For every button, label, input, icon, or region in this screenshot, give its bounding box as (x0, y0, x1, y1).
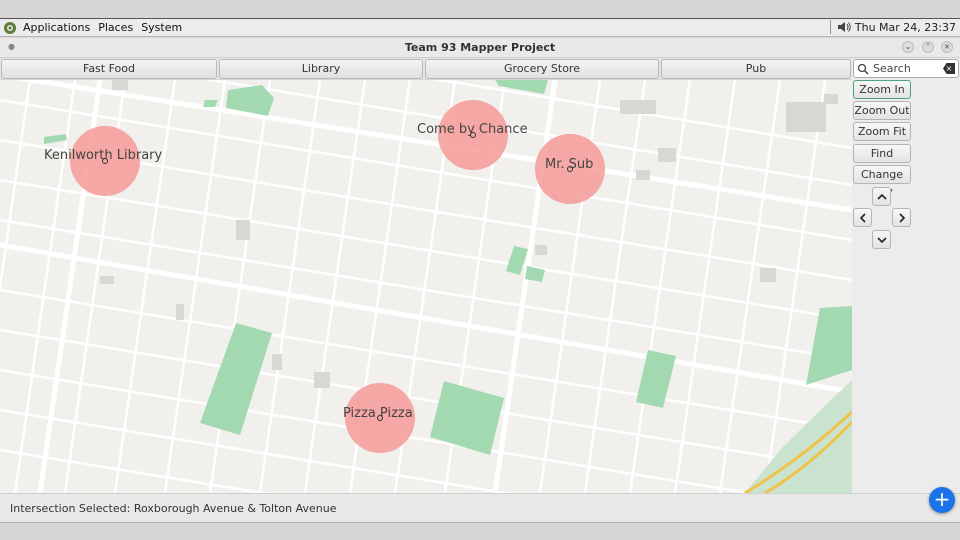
pan-right-button[interactable] (892, 208, 911, 227)
poi-label-kenilworth-library: Kenilworth Library (44, 148, 163, 163)
zoom-out-button[interactable]: Zoom Out (853, 101, 911, 120)
side-panel: Search × Zoom In Zoom Out Zoom Fit Find … (852, 58, 960, 493)
bottom-strip (0, 522, 960, 540)
add-button[interactable]: + (929, 487, 955, 513)
poi-label-come-by-chance: Come by Chance (417, 122, 528, 137)
category-pub-button[interactable]: Pub (661, 59, 851, 79)
speaker-icon[interactable] (837, 21, 851, 33)
tray-divider (829, 20, 831, 34)
status-bar: Intersection Selected: Roxborough Avenue… (0, 493, 960, 522)
window-titlebar: ● Team 93 Mapper Project ⌄ ⌃ × (0, 38, 960, 58)
maximize-button[interactable]: ⌃ (922, 41, 934, 53)
chevron-right-icon (898, 213, 905, 223)
close-button[interactable]: × (941, 41, 953, 53)
search-placeholder: Search (873, 62, 911, 75)
search-icon (857, 63, 869, 75)
menu-applications[interactable]: Applications (19, 21, 94, 34)
chevron-down-icon (876, 237, 887, 244)
pan-up-button[interactable] (872, 187, 891, 206)
pan-down-button[interactable] (872, 230, 891, 249)
menu-system[interactable]: System (137, 21, 186, 34)
status-text: Intersection Selected: Roxborough Avenue… (10, 502, 337, 515)
category-library-button[interactable]: Library (219, 59, 423, 79)
zoom-fit-button[interactable]: Zoom Fit (853, 122, 911, 141)
menu-places[interactable]: Places (94, 21, 137, 34)
top-strip (0, 0, 960, 18)
applications-logo-icon (4, 21, 16, 34)
clock-text[interactable]: Thu Mar 24, 23:37 (855, 21, 956, 34)
zoom-in-button[interactable]: Zoom In (853, 80, 911, 99)
clear-icon[interactable]: × (943, 63, 955, 74)
window-title: Team 93 Mapper Project (404, 41, 556, 54)
minimize-button[interactable]: ⌄ (902, 41, 914, 53)
search-input[interactable]: Search × (853, 59, 959, 78)
pan-left-button[interactable] (853, 208, 872, 227)
category-grocery-store-button[interactable]: Grocery Store (425, 59, 659, 79)
change-city-button[interactable]: Change City (853, 165, 911, 198)
map-svg (0, 80, 852, 493)
category-fast-food-button[interactable]: Fast Food (1, 59, 217, 79)
find-button[interactable]: Find (853, 144, 911, 163)
map-canvas[interactable]: Kenilworth Library Come by Chance Mr. Su… (0, 80, 852, 493)
chevron-up-icon (876, 193, 887, 200)
poi-label-pizza-pizza: Pizza Pizza (343, 406, 413, 421)
category-bar: Fast Food Library Grocery Store Pub (0, 58, 852, 79)
poi-label-mr-sub: Mr. Sub (545, 157, 594, 172)
system-menubar: Applications Places System Thu Mar 24, 2… (0, 18, 960, 37)
chevron-left-icon (859, 213, 866, 223)
tray: Thu Mar 24, 23:37 (829, 20, 956, 34)
